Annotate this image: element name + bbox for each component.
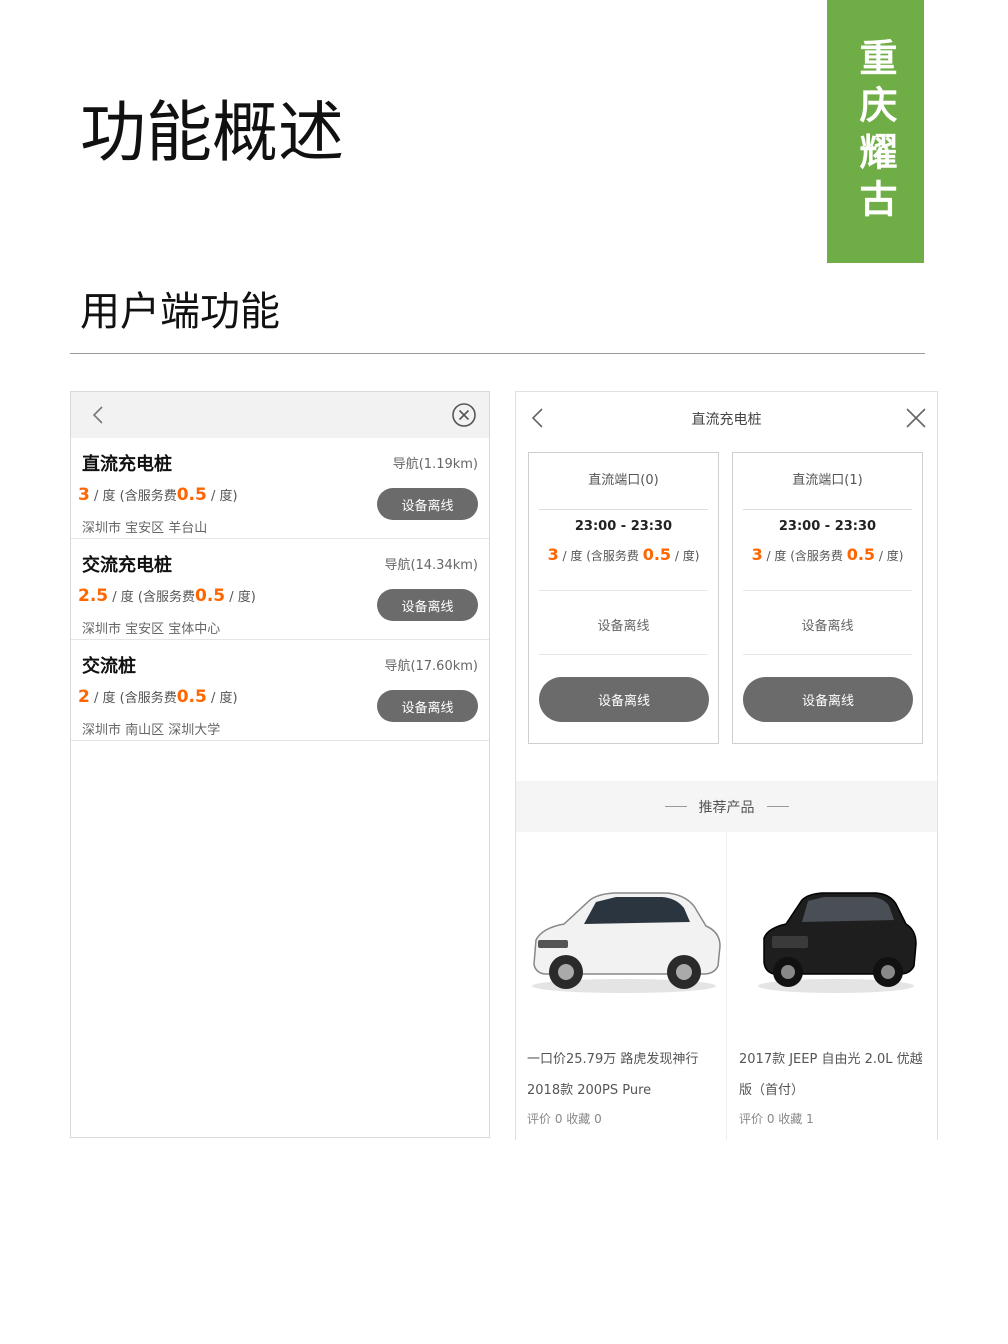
device-offline-button[interactable]: 设备离线 [377, 589, 478, 621]
black-suv-image [758, 892, 917, 993]
station-price: 2.5 / 度 (含服务费0.5 / 度) [78, 586, 256, 606]
price-value: 3 [751, 545, 763, 564]
detail-title: 直流充电桩 [691, 412, 762, 428]
device-offline-button[interactable]: 设备离线 [377, 488, 478, 520]
close-icon[interactable] [905, 407, 927, 429]
divider [743, 654, 912, 655]
service-fee-value: 0.5 [176, 485, 207, 505]
service-fee-unit: / 度) [875, 549, 904, 563]
divider [743, 590, 912, 591]
navigate-link[interactable]: 导航(14.34km) [384, 554, 478, 573]
port-status: 设备离线 [597, 619, 650, 634]
port-time: 23:00 - 23:30 [778, 519, 877, 534]
price-unit: / 度 (含服务费 [108, 590, 195, 605]
price-unit: / 度 (含服务费 [762, 549, 847, 563]
dash-line [664, 806, 687, 807]
station-name: 交流充电桩 [82, 555, 172, 576]
station-price: 2 / 度 (含服务费0.5 / 度) [78, 687, 238, 707]
price-unit: / 度 (含服务费 [89, 489, 177, 504]
section-title: 用户端功能 [80, 289, 280, 335]
port-price: 3 / 度 (含服务费 0.5 / 度) [529, 545, 718, 564]
device-offline-button[interactable]: 设备离线 [539, 677, 709, 722]
product-stats: 评价 0 收藏 1 [739, 1112, 814, 1126]
price-unit: / 度 (含服务费 [89, 691, 177, 706]
navigate-link[interactable]: 导航(17.60km) [384, 655, 478, 674]
service-fee-value: 0.5 [176, 687, 207, 707]
service-fee-unit: / 度) [671, 549, 700, 563]
service-fee-value: 0.5 [846, 545, 876, 564]
station-name: 直流充电桩 [82, 454, 172, 475]
station-item[interactable]: 直流充电桩 导航(1.19km) 3 / 度 (含服务费0.5 / 度) 深圳市… [71, 438, 489, 539]
recommend-header: 推荐产品 [516, 781, 937, 832]
port-name: 直流端口(1) [743, 453, 912, 510]
station-detail-screen: 直流充电桩 直流端口(0) 23:00 - 23:30 3 / 度 (含服务费 … [515, 391, 938, 1140]
close-circle-icon[interactable] [451, 402, 477, 428]
service-fee-value: 0.5 [194, 586, 226, 606]
service-fee-unit: / 度) [206, 691, 238, 706]
station-address: 深圳市 宝安区 羊台山 [82, 521, 208, 536]
price-value: 2.5 [78, 586, 109, 606]
port-name: 直流端口(0) [539, 453, 708, 510]
station-list-screen: 直流充电桩 导航(1.19km) 3 / 度 (含服务费0.5 / 度) 深圳市… [70, 391, 490, 1138]
service-fee-value: 0.5 [642, 545, 672, 564]
product-card[interactable]: 2017款 JEEP 自由光 2.0L 优越版（首付） 评价 0 收藏 1 [728, 832, 936, 1140]
white-suv-image [532, 892, 721, 993]
port-card[interactable]: 直流端口(1) 23:00 - 23:30 3 / 度 (含服务费 0.5 / … [732, 452, 923, 744]
price-unit: / 度 (含服务费 [558, 549, 643, 563]
divider [539, 654, 708, 655]
section-divider [70, 353, 925, 354]
station-address: 深圳市 宝安区 宝体中心 [82, 622, 221, 637]
divider [726, 832, 727, 1140]
product-title[interactable]: 2017款 JEEP 自由光 2.0L 优越版（首付） [739, 1044, 930, 1106]
device-offline-button[interactable]: 设备离线 [743, 677, 913, 722]
navigate-link[interactable]: 导航(1.19km) [393, 453, 478, 472]
station-address: 深圳市 南山区 深圳大学 [82, 723, 221, 738]
brand-name: 重庆耀古 [853, 37, 897, 226]
brand-tag: 重庆耀古 [827, 0, 924, 263]
port-status: 设备离线 [801, 619, 854, 634]
detail-header: 直流充电桩 [516, 392, 937, 444]
divider [539, 590, 708, 591]
price-value: 3 [78, 485, 90, 505]
price-value: 2 [78, 687, 90, 707]
page-title: 功能概述 [80, 94, 344, 171]
service-fee-unit: / 度) [206, 489, 238, 504]
nav-bar [71, 392, 489, 438]
station-price: 3 / 度 (含服务费0.5 / 度) [78, 485, 238, 505]
dash-line [766, 806, 789, 807]
station-item[interactable]: 交流桩 导航(17.60km) 2 / 度 (含服务费0.5 / 度) 深圳市 … [71, 640, 489, 741]
price-value: 3 [547, 545, 559, 564]
port-time: 23:00 - 23:30 [574, 519, 673, 534]
product-title[interactable]: 一口价25.79万 路虎发现神行2018款 200PS Pure [527, 1044, 718, 1106]
device-offline-button[interactable]: 设备离线 [377, 690, 478, 722]
port-card[interactable]: 直流端口(0) 23:00 - 23:30 3 / 度 (含服务费 0.5 / … [528, 452, 719, 744]
port-price: 3 / 度 (含服务费 0.5 / 度) [733, 545, 922, 564]
station-item[interactable]: 交流充电桩 导航(14.34km) 2.5 / 度 (含服务费0.5 / 度) … [71, 539, 489, 640]
station-name: 交流桩 [82, 656, 136, 677]
product-card[interactable]: 一口价25.79万 路虎发现神行2018款 200PS Pure 评价 0 收藏… [516, 832, 724, 1140]
product-stats: 评价 0 收藏 0 [527, 1112, 602, 1126]
service-fee-unit: / 度) [225, 590, 256, 605]
back-arrow-icon[interactable] [89, 405, 109, 425]
recommend-label: 推荐产品 [698, 799, 755, 816]
